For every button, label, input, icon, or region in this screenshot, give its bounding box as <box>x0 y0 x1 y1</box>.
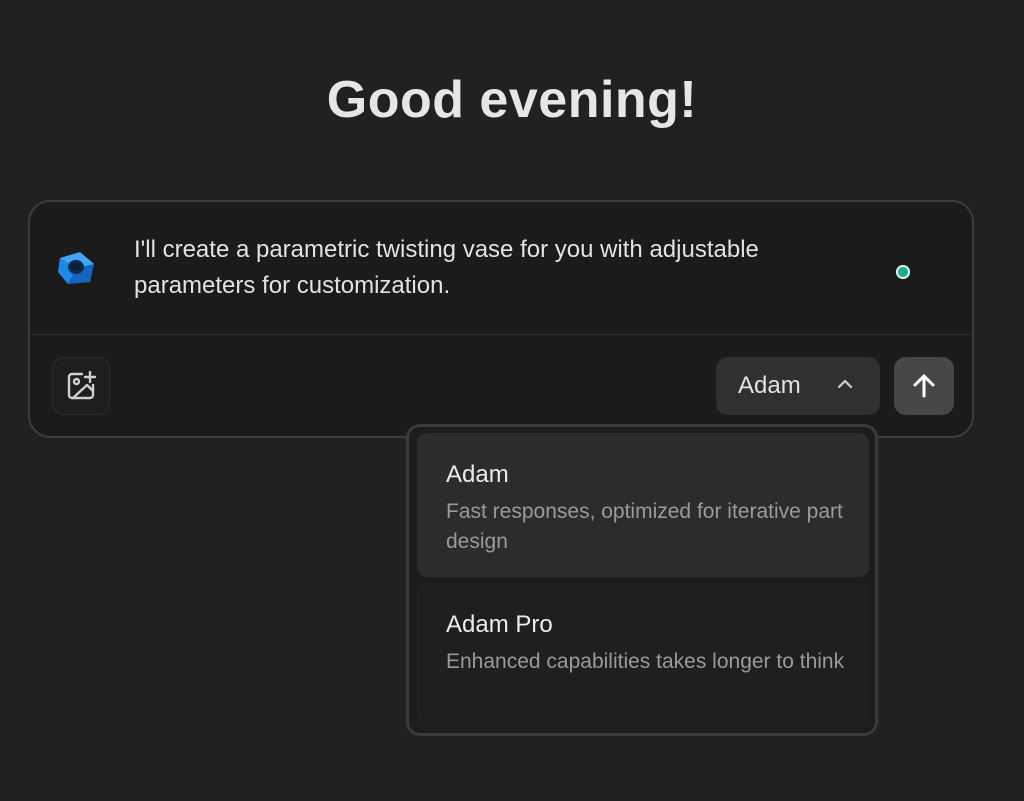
page: Good evening! I'll create a parametric t… <box>0 0 1024 801</box>
assistant-message: I'll create a parametric twisting vase f… <box>134 236 759 299</box>
model-option-adam[interactable]: Adam Fast responses, optimized for itera… <box>417 433 869 577</box>
chat-composer: I'll create a parametric twisting vase f… <box>28 200 974 438</box>
app-logo-icon <box>56 250 96 286</box>
divider <box>30 334 972 335</box>
send-button[interactable] <box>894 357 954 415</box>
model-dropdown: Adam Fast responses, optimized for itera… <box>406 424 878 736</box>
option-description: Enhanced capabilities takes longer to th… <box>446 650 845 673</box>
model-selector[interactable]: Adam <box>716 357 880 415</box>
model-option-adam-pro[interactable]: Adam Pro Enhanced capabilities takes lon… <box>417 583 869 727</box>
chevron-up-icon <box>837 379 853 389</box>
option-title: Adam Pro <box>446 611 553 638</box>
option-title: Adam <box>446 461 509 488</box>
arrow-up-icon <box>913 374 935 398</box>
add-image-button[interactable] <box>52 357 110 415</box>
option-description: Fast responses, optimized for iterative … <box>446 500 843 553</box>
greeting-title: Good evening! <box>326 71 698 129</box>
add-image-icon <box>67 370 97 400</box>
status-indicator <box>896 265 910 279</box>
model-selector-label: Adam <box>738 372 801 399</box>
